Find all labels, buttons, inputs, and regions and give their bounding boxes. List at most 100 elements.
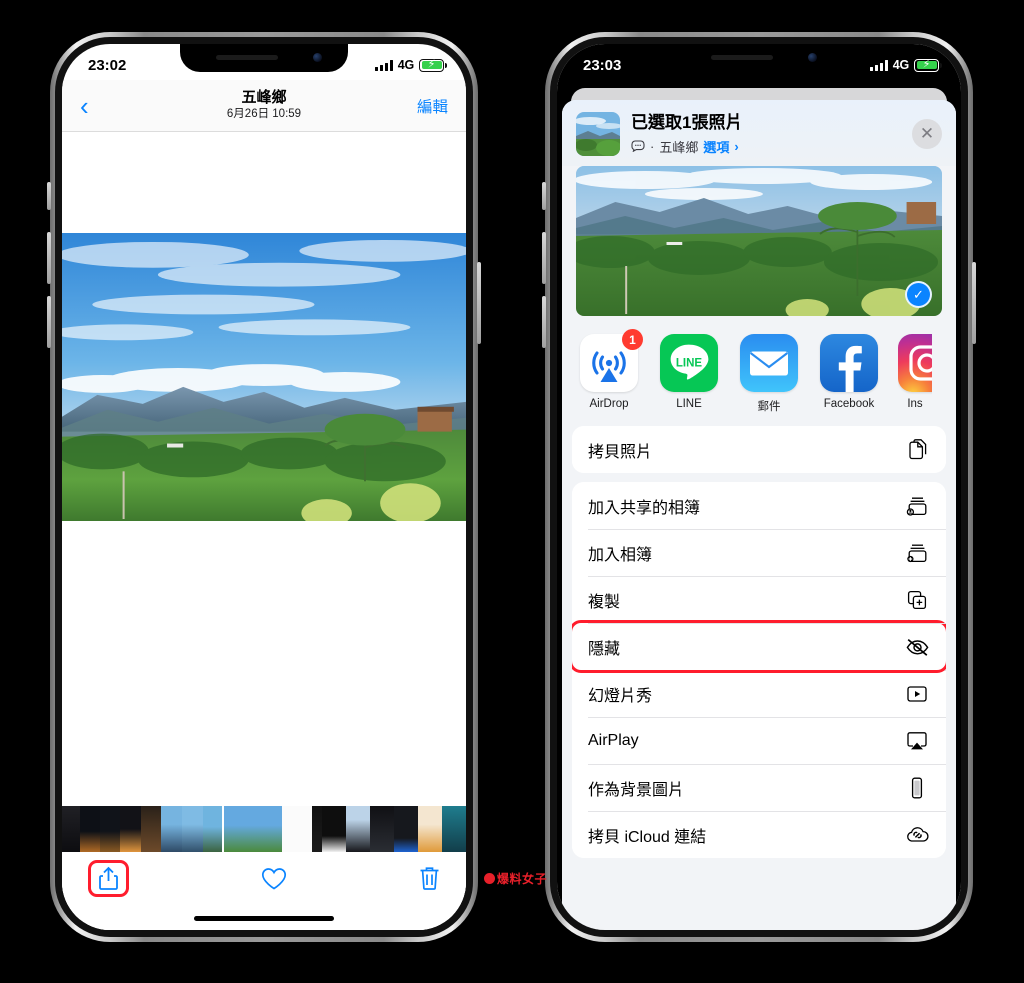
share-app-airdrop[interactable]: 1 AirDrop xyxy=(578,329,643,410)
earpiece-speaker-icon xyxy=(216,55,278,60)
action-row-duplicate[interactable]: 複製 xyxy=(572,576,946,623)
share-app-row[interactable]: 1 AirDrop LINE LINE 郵件 Facebook Ins xyxy=(562,316,956,426)
photo-preview[interactable]: ✓ xyxy=(576,166,942,316)
network-label-right: 4G xyxy=(892,58,909,72)
mail-icon xyxy=(740,334,798,392)
action-row-icloud-link[interactable]: 拷貝 iCloud 連結 xyxy=(572,811,946,858)
message-bubble-icon xyxy=(631,140,645,153)
thumbnail-item xyxy=(141,806,161,852)
share-subtitle: · 五峰鄉 選項 › xyxy=(631,137,901,156)
watermark-mark-icon xyxy=(484,873,495,884)
action-label: 隱藏 xyxy=(588,640,621,658)
watermark-text: 爆料女子 xyxy=(497,872,548,886)
watermark: 爆料女子 xyxy=(484,870,547,887)
front-camera-icon xyxy=(313,53,322,62)
left-screen: 23:02 4G ⚡ ‹ 五峰鄉 6月26日 10:59 編輯 xyxy=(62,44,466,930)
notch-left xyxy=(180,44,348,72)
share-sheet: 已選取1張照片 · 五峰鄉 選項 › ✕ ✓ 1 AirDrop LINE LI… xyxy=(562,100,956,930)
photo-title-block: 五峰鄉 6月26日 10:59 xyxy=(62,89,466,121)
thumbnail-item xyxy=(442,806,466,852)
silent-switch-left[interactable] xyxy=(47,182,51,210)
wallpaper-icon xyxy=(904,775,930,801)
action-row-wallpaper[interactable]: 作為背景圖片 xyxy=(572,764,946,811)
action-label: AirPlay xyxy=(588,731,639,749)
share-app-line[interactable]: LINE LINE xyxy=(658,334,720,410)
right-screen: 23:03 4G ⚡ 已選取1張照片 · 五峰鄉 選項 › ✕ ✓ 1 AirD… xyxy=(557,44,961,930)
hide-eye-slash-icon xyxy=(904,634,930,660)
photo-stage xyxy=(62,132,466,930)
status-time-right: 23:03 xyxy=(583,56,622,74)
share-thumbnail xyxy=(576,112,620,156)
battery-icon-left: ⚡ xyxy=(419,58,447,72)
app-label: Ins xyxy=(907,398,923,410)
action-row-slideshow[interactable]: 幻燈片秀 xyxy=(572,670,946,717)
earpiece-speaker-icon xyxy=(711,55,773,60)
silent-switch-right[interactable] xyxy=(542,182,546,210)
volume-up-right[interactable] xyxy=(542,232,546,284)
app-label: Facebook xyxy=(823,398,875,410)
power-button-right[interactable] xyxy=(972,262,976,344)
slideshow-icon xyxy=(904,681,930,707)
action-label: 拷貝 iCloud 連結 xyxy=(588,828,707,846)
share-sheet-header: 已選取1張照片 · 五峰鄉 選項 › ✕ xyxy=(562,100,956,166)
share-app-instagram[interactable]: Ins xyxy=(898,334,932,410)
iphone-right-device: 23:03 4G ⚡ 已選取1張照片 · 五峰鄉 選項 › ✕ ✓ 1 AirD… xyxy=(542,32,976,942)
network-label-left: 4G xyxy=(397,58,414,72)
status-indicators-right: 4G ⚡ xyxy=(869,58,942,72)
thumbnail-item xyxy=(80,806,100,852)
back-chevron-icon[interactable]: ‹ xyxy=(80,93,89,119)
volume-up-left[interactable] xyxy=(47,232,51,284)
action-row-airplay[interactable]: AirPlay xyxy=(572,717,946,764)
airplay-icon xyxy=(904,728,930,754)
volume-down-left[interactable] xyxy=(47,296,51,348)
thumbnail-item xyxy=(161,806,182,852)
delete-button[interactable] xyxy=(419,866,440,891)
svg-text:LINE: LINE xyxy=(676,358,703,370)
notch-right xyxy=(675,44,843,72)
thumbnail-item xyxy=(203,806,224,852)
options-chevron-icon[interactable]: › xyxy=(734,139,738,154)
share-button[interactable] xyxy=(88,860,129,897)
thumbnail-item xyxy=(394,806,418,852)
volume-down-right[interactable] xyxy=(542,296,546,348)
photo-nav-bar: ‹ 五峰鄉 6月26日 10:59 編輯 xyxy=(62,80,466,132)
main-photo[interactable] xyxy=(62,233,466,521)
share-subtitle-place: 五峰鄉 xyxy=(659,139,699,155)
signal-bars-icon xyxy=(374,59,393,71)
action-row-shared-album[interactable]: 加入共享的相簿 xyxy=(572,482,946,529)
copy-photo-icon xyxy=(904,437,930,463)
thumbnail-item xyxy=(62,806,80,852)
thumbnail-item xyxy=(418,806,442,852)
edit-button[interactable]: 編輯 xyxy=(417,95,448,117)
share-title: 已選取1張照片 xyxy=(631,113,743,133)
action-label: 作為背景圖片 xyxy=(588,781,685,799)
power-button-left[interactable] xyxy=(477,262,481,344)
photo-title: 五峰鄉 xyxy=(241,89,287,107)
action-group-1: 拷貝照片 xyxy=(572,426,946,473)
duplicate-icon xyxy=(904,587,930,613)
action-row-hide[interactable]: 隱藏 xyxy=(572,620,946,673)
signal-bars-icon xyxy=(869,59,888,71)
share-subtitle-sep: · xyxy=(650,138,655,154)
close-button[interactable]: ✕ xyxy=(912,119,942,149)
thumbnail-strip[interactable] xyxy=(62,806,466,852)
photo-subtitle: 6月26日 10:59 xyxy=(226,107,302,120)
action-label: 複製 xyxy=(588,593,621,611)
status-time-left: 23:02 xyxy=(88,56,127,74)
action-row-add-album[interactable]: 加入相簿 xyxy=(572,529,946,576)
action-row-copy-photo[interactable]: 拷貝照片 xyxy=(572,426,946,473)
options-link[interactable]: 選項 xyxy=(703,137,729,156)
thumbnail-item xyxy=(120,806,141,852)
iphone-left-device: 23:02 4G ⚡ ‹ 五峰鄉 6月26日 10:59 編輯 xyxy=(47,32,481,942)
share-app-facebook[interactable]: Facebook xyxy=(818,334,880,410)
action-label: 幻燈片秀 xyxy=(588,687,653,705)
thumbnail-item xyxy=(346,806,370,852)
add-album-icon xyxy=(904,540,930,566)
share-app-mail[interactable]: 郵件 xyxy=(738,334,800,414)
app-label: 郵件 xyxy=(757,401,781,413)
shared-album-icon xyxy=(904,493,930,519)
instagram-icon xyxy=(898,334,932,392)
battery-icon-right: ⚡ xyxy=(914,58,942,72)
favorite-button[interactable] xyxy=(261,867,287,891)
thumbnail-item xyxy=(282,806,312,852)
